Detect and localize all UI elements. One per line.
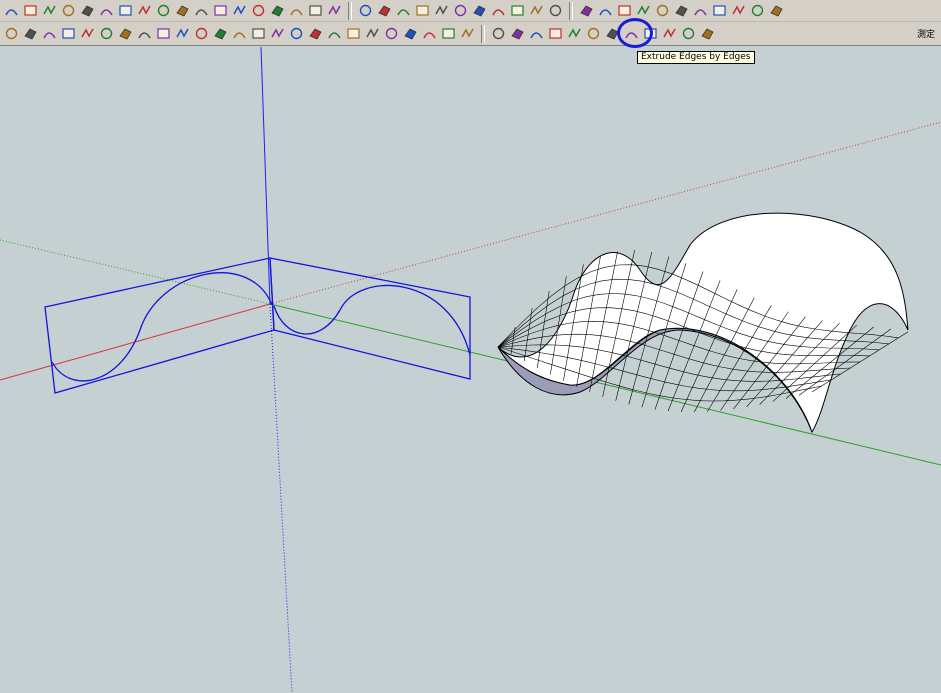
left-sine-curve[interactable] <box>51 272 273 382</box>
cut-icon[interactable] <box>413 1 432 20</box>
zigzag-line-icon[interactable] <box>173 1 192 20</box>
right-frame[interactable] <box>269 257 471 380</box>
extruded-surface[interactable] <box>497 212 909 434</box>
rectangle-icon[interactable] <box>116 1 135 20</box>
rotate-right-icon[interactable] <box>710 1 729 20</box>
extrude-curve-icon[interactable] <box>508 24 527 43</box>
box-orange-icon[interactable] <box>577 1 596 20</box>
bezier-icon[interactable] <box>78 1 97 20</box>
model-viewport[interactable] <box>0 47 941 693</box>
toolbar-separator <box>569 1 573 20</box>
extrude-skin-icon[interactable] <box>641 24 660 43</box>
box-tools-icon[interactable] <box>615 1 634 20</box>
spiral-icon[interactable] <box>135 1 154 20</box>
extrude-tools-icon[interactable] <box>698 24 717 43</box>
circle-dot-icon[interactable] <box>192 24 211 43</box>
arc-2-icon[interactable] <box>230 1 249 20</box>
save-icon[interactable] <box>394 1 413 20</box>
zigzag-icon[interactable] <box>59 1 78 20</box>
polygon-icon[interactable] <box>268 1 287 20</box>
shell-icon[interactable] <box>729 1 748 20</box>
hook-curve-icon[interactable] <box>192 1 211 20</box>
undo-icon[interactable] <box>489 1 508 20</box>
polyline-icon[interactable] <box>21 1 40 20</box>
triangle-icon[interactable] <box>325 1 344 20</box>
freehand-icon[interactable] <box>40 1 59 20</box>
undo-red-icon[interactable] <box>439 24 458 43</box>
extrude-grid-icon[interactable] <box>584 24 603 43</box>
extrude-line-icon[interactable] <box>565 24 584 43</box>
section-icon[interactable] <box>458 24 477 43</box>
extrude-profile-icon[interactable] <box>603 24 622 43</box>
push-pull-icon[interactable] <box>306 24 325 43</box>
blue-axis-solid <box>260 47 271 305</box>
extrude-mesh-icon[interactable] <box>660 24 679 43</box>
status-text: 測定 <box>916 30 935 40</box>
scale-icon[interactable] <box>268 24 287 43</box>
green-axis-dotted <box>0 239 271 305</box>
new-file-icon[interactable] <box>356 1 375 20</box>
curve-2-icon[interactable] <box>211 1 230 20</box>
view-tools-group <box>575 0 788 21</box>
arc-curve-icon[interactable] <box>2 1 21 20</box>
file-edit-tools-group <box>354 0 567 21</box>
lock-icon[interactable] <box>748 1 767 20</box>
extrude-edges-by-edges-icon[interactable] <box>489 24 508 43</box>
ellipse-small-icon[interactable] <box>135 24 154 43</box>
eraser-icon[interactable] <box>21 24 40 43</box>
flip-icon[interactable] <box>401 24 420 43</box>
move-down-icon[interactable] <box>363 24 382 43</box>
axis-red-icon[interactable] <box>634 1 653 20</box>
toolbar-separator <box>348 1 352 20</box>
curve-icon[interactable] <box>154 1 173 20</box>
axis-n-icon[interactable] <box>672 1 691 20</box>
extrude-tools-group <box>487 22 719 45</box>
extrude-loft-icon[interactable] <box>622 24 641 43</box>
pencil-icon[interactable] <box>59 24 78 43</box>
copy-icon[interactable] <box>432 1 451 20</box>
paint-icon[interactable] <box>40 24 59 43</box>
extrude-surface-icon[interactable] <box>546 24 565 43</box>
open-file-icon[interactable] <box>375 1 394 20</box>
axis-green-icon[interactable] <box>653 1 672 20</box>
wrench-icon[interactable] <box>287 1 306 20</box>
offset-icon[interactable] <box>249 24 268 43</box>
rectangle-small-icon[interactable] <box>78 24 97 43</box>
lasso-icon[interactable] <box>230 24 249 43</box>
toolbar-row-2: 測定 <box>0 22 941 46</box>
delete-icon[interactable] <box>470 1 489 20</box>
circle-small-icon[interactable] <box>97 24 116 43</box>
follow-me-icon[interactable] <box>325 24 344 43</box>
extrude-fan-icon[interactable] <box>679 24 698 43</box>
info-icon[interactable] <box>546 1 565 20</box>
bird-icon[interactable] <box>767 1 786 20</box>
move-up-icon[interactable] <box>344 24 363 43</box>
arc-icon[interactable] <box>97 1 116 20</box>
left-frame[interactable] <box>44 257 275 394</box>
oval-icon[interactable] <box>306 1 325 20</box>
polygon-small-icon[interactable] <box>116 24 135 43</box>
stretch-icon[interactable] <box>382 24 401 43</box>
toolbar-separator <box>481 24 485 43</box>
profile-frames[interactable] <box>44 257 471 394</box>
toolbar-row-1 <box>0 0 941 22</box>
extrude-tube-icon[interactable] <box>527 24 546 43</box>
print-icon[interactable] <box>527 1 546 20</box>
rotate-left-icon[interactable] <box>691 1 710 20</box>
arc-small-icon[interactable] <box>173 24 192 43</box>
tape-icon[interactable] <box>211 24 230 43</box>
redo-icon[interactable] <box>508 1 527 20</box>
component-icon[interactable] <box>2 24 21 43</box>
blue-axis-dotted <box>269 303 293 693</box>
drawing-tools-group <box>0 0 346 21</box>
parallelogram-icon[interactable] <box>154 24 173 43</box>
paste-icon[interactable] <box>451 1 470 20</box>
edit-tools-group <box>0 22 479 45</box>
sketch-line-icon[interactable] <box>249 1 268 20</box>
paint-bucket-icon[interactable] <box>287 24 306 43</box>
rotate-icon[interactable] <box>420 24 439 43</box>
box-view-icon[interactable] <box>596 1 615 20</box>
